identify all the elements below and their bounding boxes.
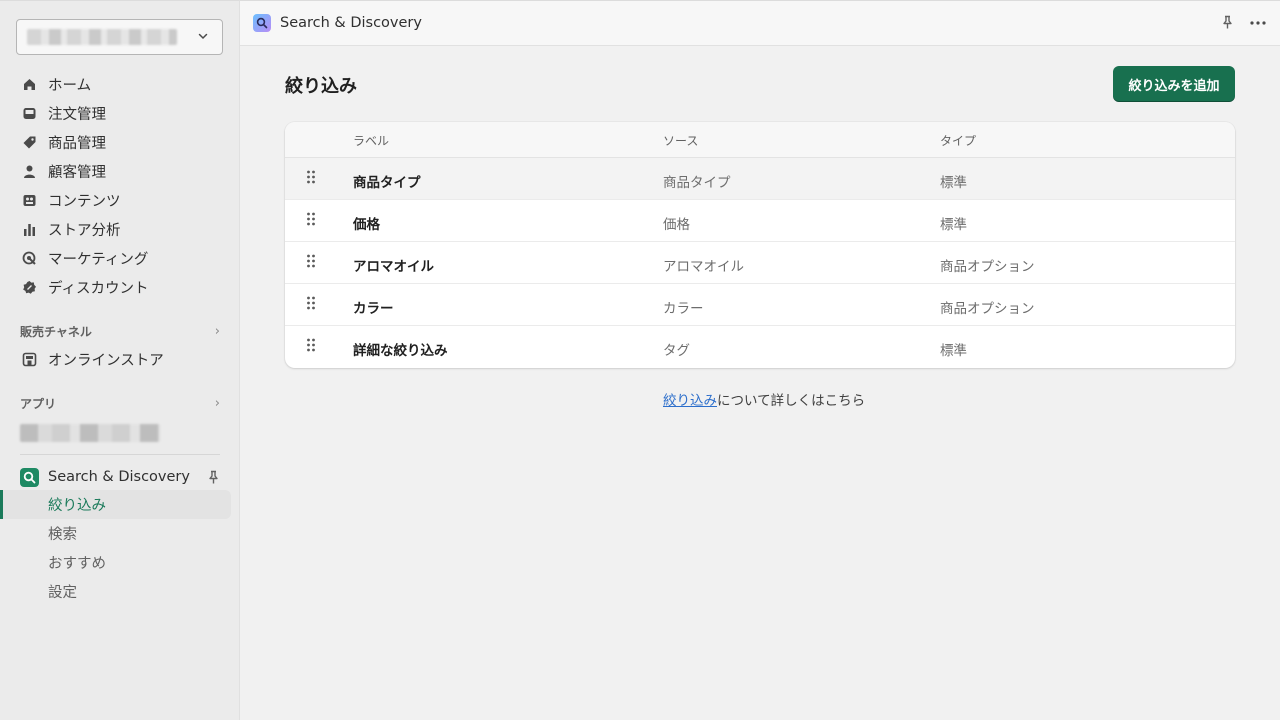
nav-item-label: ディスカウント [48,281,149,297]
row-label: 商品タイプ [353,175,421,191]
filters-table: ラベル ソース タイプ 商品タイプ 商品タイプ 標準 価格 価格 標準 アロマオ… [285,122,1235,368]
sales-channels-label: 販売チャネル [20,325,92,339]
learn-more-link[interactable]: 絞り込み [663,393,717,409]
row-type: 標準 [940,343,967,359]
chevron-down-icon [198,33,208,40]
drag-handle-icon[interactable] [305,169,317,185]
drag-handle-icon[interactable] [305,337,317,353]
apps-heading[interactable]: アプリ › [20,395,220,412]
table-row[interactable]: アロマオイル アロマオイル 商品オプション [285,242,1235,284]
nav-item-content[interactable]: コンテンツ [0,186,240,215]
table-row[interactable]: 商品タイプ 商品タイプ 標準 [285,158,1235,200]
row-source: 商品タイプ [663,175,731,191]
app-topbar: Search & Discovery [240,0,1280,46]
page-title: 絞り込み [285,76,357,97]
row-source: アロマオイル [663,259,744,275]
app-title: Search & Discovery [280,15,422,31]
drag-handle-icon[interactable] [305,253,317,269]
chevron-right-icon: › [214,324,220,339]
row-label: カラー [353,301,394,317]
nav-item-label: 注文管理 [48,107,106,123]
nav-item-orders[interactable]: 注文管理 [0,99,240,128]
sub-item-recommendations[interactable]: おすすめ [0,548,240,577]
search-discovery-logo-icon [20,467,39,487]
column-header-label: ラベル [353,134,390,148]
nav-item-discounts[interactable]: ディスカウント [0,273,240,302]
row-label: 詳細な絞り込み [353,343,448,359]
home-icon [22,77,37,92]
nav-item-marketing[interactable]: マーケティング [0,244,240,273]
column-header-type: タイプ [940,134,977,148]
row-type: 標準 [940,175,967,191]
sub-item-settings[interactable]: 設定 [0,577,240,606]
nav-item-label: 顧客管理 [48,165,106,181]
nav-item-label: オンラインストア [48,353,164,369]
target-icon [22,251,37,266]
sub-item-search[interactable]: 検索 [0,519,240,548]
discount-icon [22,280,37,295]
table-header: ラベル ソース タイプ [285,122,1235,158]
person-icon [22,164,37,179]
chevron-right-icon: › [214,396,220,411]
inbox-icon [22,106,37,121]
nav-item-label: ストア分析 [48,223,121,239]
nav-item-label: コンテンツ [48,194,121,210]
table-row[interactable]: カラー カラー 商品オプション [285,284,1235,326]
row-label: アロマオイル [353,259,434,275]
apps-label: アプリ [20,397,57,411]
table-row[interactable]: 詳細な絞り込み タグ 標準 [285,326,1235,368]
add-filter-button[interactable]: 絞り込みを追加 [1113,66,1235,102]
sales-channels-heading[interactable]: 販売チャネル › [20,323,220,340]
store-selector[interactable] [16,19,223,55]
app-sub-nav: 絞り込み 検索 おすすめ 設定 [0,490,240,606]
row-type: 商品オプション [940,301,1035,317]
nav-item-products[interactable]: 商品管理 [0,128,240,157]
nav-item-home[interactable]: ホーム [0,70,240,99]
content-icon [22,193,37,208]
nav-item-label: ホーム [48,78,92,94]
nav-item-label: マーケティング [48,252,149,268]
nav-item-analytics[interactable]: ストア分析 [0,215,240,244]
pin-icon[interactable] [207,470,220,485]
row-type: 標準 [940,217,967,233]
drag-handle-icon[interactable] [305,211,317,227]
search-discovery-logo-icon [253,14,271,32]
row-source: 価格 [663,217,690,233]
pin-icon[interactable] [1221,15,1234,30]
nav-item-online-store[interactable]: オンラインストア [0,345,240,374]
row-type: 商品オプション [940,259,1035,275]
app-name: Search & Discovery [48,469,190,485]
nav-item-label: 商品管理 [48,136,106,152]
bar-chart-icon [22,222,37,237]
row-label: 価格 [353,217,380,233]
row-source: カラー [663,301,704,317]
row-source: タグ [663,343,690,359]
sub-item-filters[interactable]: 絞り込み [0,490,231,519]
divider [20,454,220,455]
drag-handle-icon[interactable] [305,295,317,311]
app-redacted[interactable] [20,424,160,442]
store-name-redacted [27,29,177,45]
more-options-icon[interactable] [1250,20,1266,25]
tag-icon [22,135,37,150]
table-row[interactable]: 価格 価格 標準 [285,200,1235,242]
app-search-discovery[interactable]: Search & Discovery [20,464,220,490]
main-nav: ホーム 注文管理 商品管理 顧客管理 コンテンツ ストア分析 マーケティング デ… [0,70,240,302]
column-header-source: ソース [663,134,699,148]
store-icon [22,352,37,367]
nav-item-customers[interactable]: 顧客管理 [0,157,240,186]
learn-more-text: について詳しくはこちら [717,393,866,409]
sidebar: ホーム 注文管理 商品管理 顧客管理 コンテンツ ストア分析 マーケティング デ… [0,0,240,720]
